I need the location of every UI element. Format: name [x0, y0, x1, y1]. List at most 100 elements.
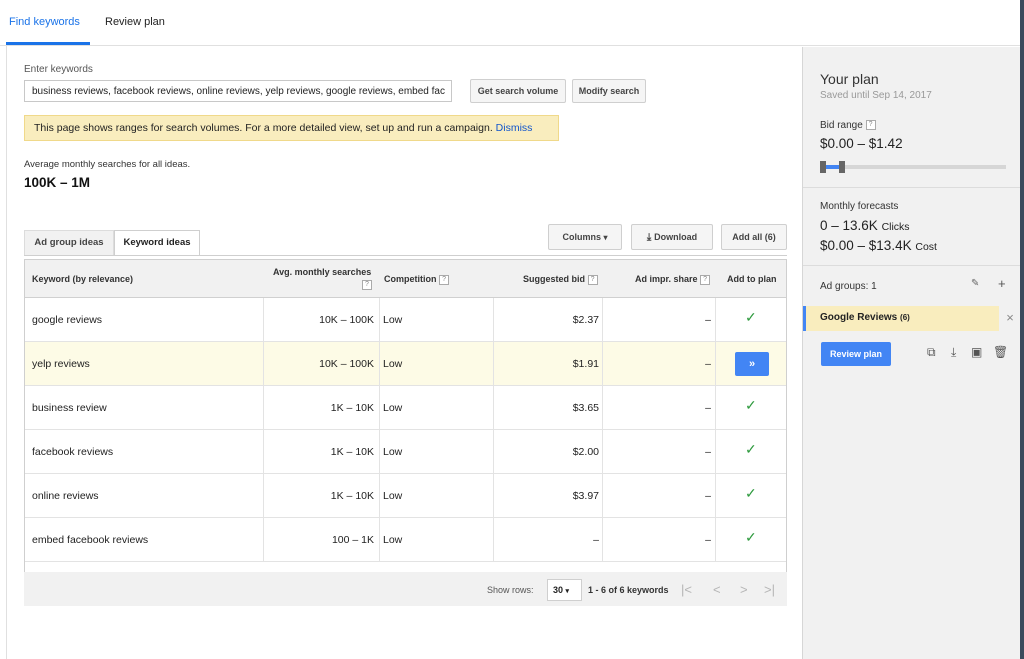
- column-divider: [493, 386, 494, 429]
- cell-suggested-bid: $2.00: [572, 446, 599, 458]
- tab-ad-group-ideas[interactable]: Ad group ideas: [24, 230, 114, 256]
- check-icon: ✓: [745, 485, 757, 501]
- copy-icon[interactable]: ⧉: [927, 345, 936, 360]
- keyword-ideas-table: Keyword (by relevance) Avg. monthly sear…: [24, 259, 787, 605]
- check-icon: ✓: [745, 529, 757, 545]
- pagination-bar: Show rows: 30 ▾ 1 - 6 of 6 keywords |< <…: [24, 572, 787, 606]
- cell-competition: Low: [383, 402, 403, 414]
- modify-search-button[interactable]: Modify search: [572, 79, 646, 103]
- help-icon[interactable]: ?: [700, 274, 711, 285]
- top-tab-bar: Find keywords Review plan: [0, 0, 1024, 46]
- column-divider: [493, 518, 494, 561]
- chevron-down-icon: ▾: [565, 588, 570, 595]
- ad-group-count: (6): [900, 313, 910, 322]
- cell-impr-share: –: [705, 358, 711, 370]
- column-divider: [263, 518, 264, 561]
- cell-impr-share: –: [705, 314, 711, 326]
- table-row: business review 1K – 10K Low $3.65 – ✓: [25, 386, 786, 430]
- chevron-down-icon: ▾: [603, 233, 608, 242]
- trash-icon[interactable]: 🗑: [993, 345, 1008, 359]
- check-icon: ✓: [745, 309, 757, 325]
- page-range: 1 - 6 of 6 keywords: [588, 585, 669, 595]
- column-divider: [602, 386, 603, 429]
- tab-keyword-ideas[interactable]: Keyword ideas: [114, 230, 200, 256]
- col-competition[interactable]: Competition ?: [384, 274, 450, 285]
- column-divider: [715, 430, 716, 473]
- help-icon[interactable]: ?: [362, 280, 372, 290]
- cell-impr-share: –: [705, 446, 711, 458]
- col-avg-searches[interactable]: Avg. monthly searches: [273, 267, 371, 277]
- cell-searches: 1K – 10K: [330, 402, 374, 414]
- cell-competition: Low: [383, 490, 403, 502]
- cell-competition: Low: [383, 534, 403, 546]
- bid-range-slider[interactable]: [820, 161, 1006, 173]
- keywords-input[interactable]: business reviews, facebook reviews, onli…: [24, 80, 452, 102]
- cell-keyword: business review: [32, 402, 107, 414]
- tab-review-plan[interactable]: Review plan: [105, 16, 165, 28]
- last-page-icon[interactable]: >|: [764, 582, 775, 597]
- column-divider: [379, 430, 380, 473]
- prev-page-icon[interactable]: <: [713, 582, 721, 597]
- slider-handle-max[interactable]: [838, 161, 845, 173]
- columns-label: Columns: [562, 232, 601, 242]
- column-divider: [602, 518, 603, 561]
- col-impr-label: Ad impr. share: [635, 274, 698, 284]
- download-icon[interactable]: ⤓: [951, 345, 956, 360]
- column-divider: [602, 430, 603, 473]
- next-page-icon[interactable]: >: [740, 582, 748, 597]
- first-page-icon[interactable]: |<: [681, 582, 692, 597]
- dismiss-link[interactable]: Dismiss: [496, 122, 533, 134]
- table-header: Keyword (by relevance) Avg. monthly sear…: [25, 260, 786, 298]
- help-icon[interactable]: ?: [865, 120, 876, 131]
- plan-sidebar: Your plan Saved until Sep 14, 2017 Bid r…: [802, 47, 1021, 659]
- column-divider: [493, 430, 494, 473]
- col-add-to-plan: Add to plan: [727, 274, 777, 284]
- cost-value: $0.00 – $13.4K: [820, 238, 912, 253]
- ad-group-item[interactable]: Google Reviews (6) ×: [803, 306, 1021, 331]
- col-keyword[interactable]: Keyword (by relevance): [32, 274, 133, 284]
- download-button[interactable]: ⤓ Download: [631, 224, 713, 250]
- sidebar-divider: [803, 265, 1021, 266]
- columns-button[interactable]: Columns ▾: [548, 224, 622, 250]
- review-plan-button[interactable]: Review plan: [821, 342, 891, 366]
- column-divider: [715, 342, 716, 385]
- cell-suggested-bid: –: [593, 534, 599, 546]
- bid-range-value: $0.00 – $1.42: [820, 136, 903, 151]
- tab-find-keywords[interactable]: Find keywords: [9, 16, 80, 28]
- window-edge: [1020, 0, 1024, 659]
- column-divider: [493, 298, 494, 341]
- plan-title: Your plan: [820, 71, 879, 87]
- column-divider: [602, 298, 603, 341]
- col-suggested-bid[interactable]: Suggested bid ?: [523, 274, 598, 285]
- slider-handle-min[interactable]: [820, 161, 826, 173]
- edit-icon[interactable]: ✎: [971, 278, 979, 289]
- rows-per-page-select[interactable]: 30 ▾: [547, 579, 582, 601]
- cell-keyword: online reviews: [32, 490, 99, 502]
- column-divider: [379, 386, 380, 429]
- clicks-forecast: 0 – 13.6K Clicks: [820, 218, 910, 233]
- cell-suggested-bid: $3.97: [572, 490, 599, 502]
- column-divider: [602, 342, 603, 385]
- avg-searches-value: 100K – 1M: [24, 175, 91, 190]
- column-divider: [263, 342, 264, 385]
- col-competition-label: Competition: [384, 274, 437, 284]
- help-icon[interactable]: ?: [587, 274, 598, 285]
- cell-impr-share: –: [705, 490, 711, 502]
- cell-impr-share: –: [705, 402, 711, 414]
- add-all-button[interactable]: Add all (6): [721, 224, 787, 250]
- column-divider: [263, 474, 264, 517]
- help-icon[interactable]: ?: [439, 274, 450, 285]
- range-notice: This page shows ranges for search volume…: [24, 115, 559, 141]
- col-impr-share[interactable]: Ad impr. share ?: [635, 274, 711, 285]
- avg-searches-label: Average monthly searches for all ideas.: [24, 159, 191, 170]
- download-icon: ⤓: [646, 232, 655, 243]
- save-icon[interactable]: ▣: [971, 345, 982, 359]
- cost-forecast: $0.00 – $13.4K Cost: [820, 238, 937, 253]
- get-search-volume-button[interactable]: Get search volume: [470, 79, 566, 103]
- close-icon[interactable]: ×: [999, 306, 1021, 331]
- add-icon[interactable]: +: [998, 276, 1006, 291]
- sidebar-divider: [803, 187, 1021, 188]
- download-label: Download: [654, 232, 698, 242]
- table-row: facebook reviews 1K – 10K Low $2.00 – ✓: [25, 430, 786, 474]
- add-to-plan-button[interactable]: »: [735, 352, 769, 376]
